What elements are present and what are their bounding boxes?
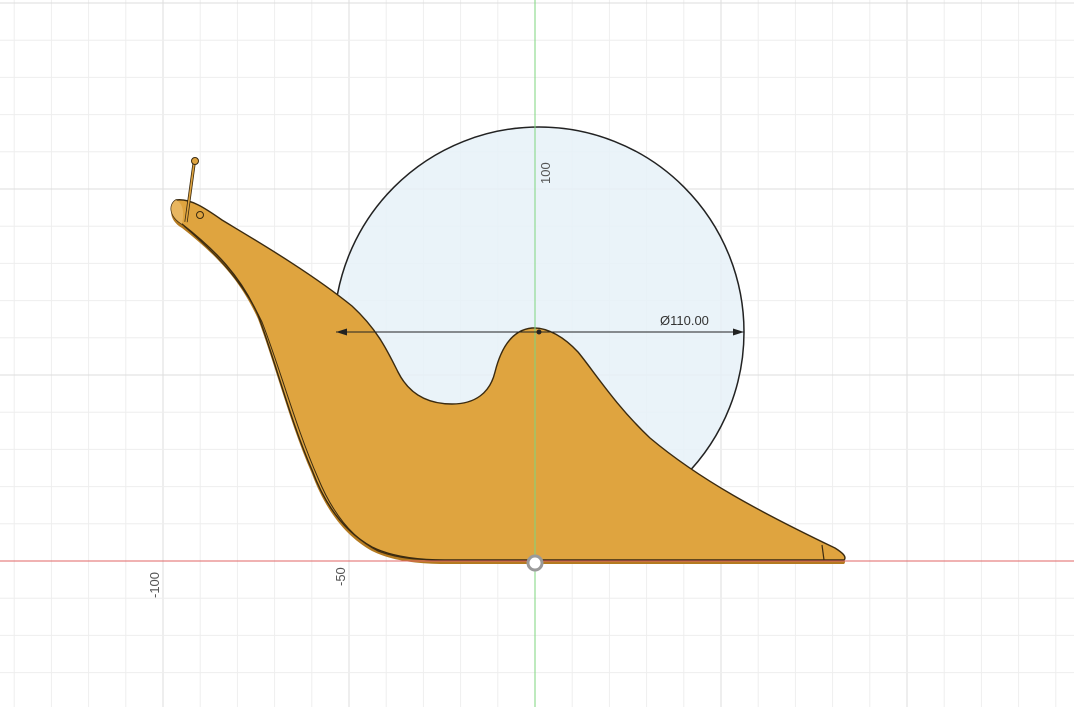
snail-eye (196, 211, 204, 219)
origin-marker[interactable] (526, 554, 544, 572)
x-tick-label-neg-100: -100 (147, 572, 162, 598)
x-tick-label-neg-50: -50 (333, 567, 348, 586)
cad-viewport[interactable]: Ø110.00 -100 -50 100 (0, 0, 1074, 707)
diameter-label[interactable]: Ø110.00 (660, 313, 709, 328)
circle-center-point[interactable] (536, 329, 542, 335)
y-tick-label-100: 100 (538, 162, 553, 184)
